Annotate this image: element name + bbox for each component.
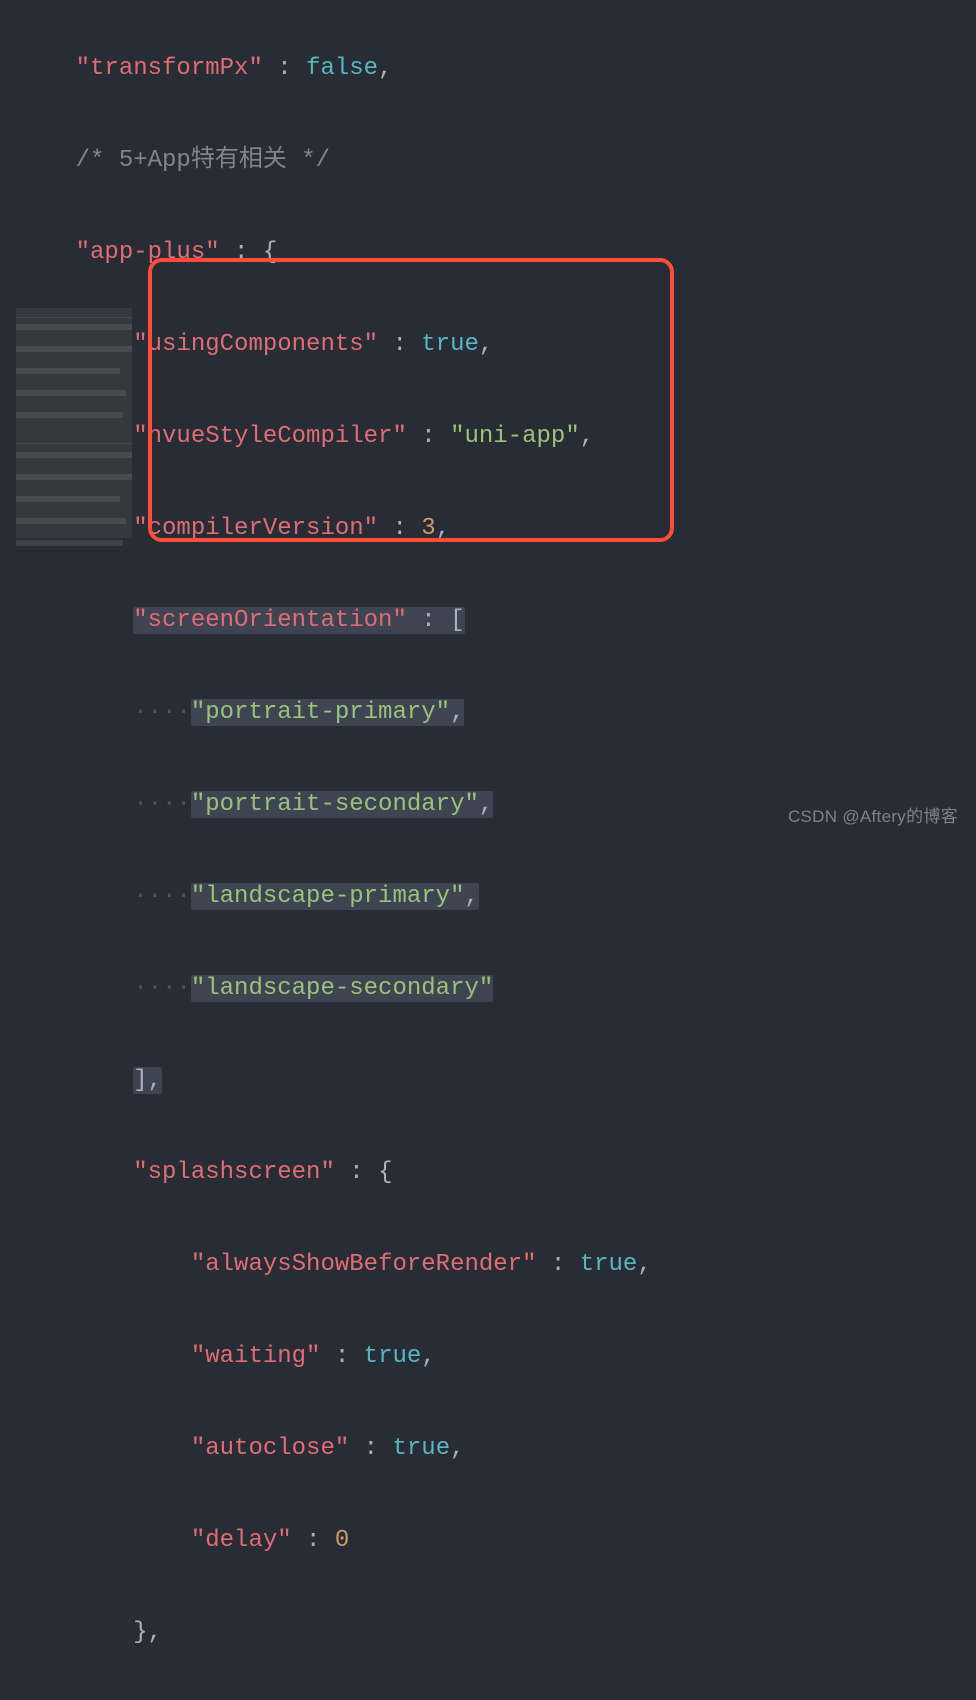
code-line[interactable]: "transformPx" : false, xyxy=(18,46,976,92)
code-line[interactable]: "delay" : 0 xyxy=(18,1518,976,1564)
code-editor[interactable]: "transformPx" : false, /* 5+App特有相关 */ "… xyxy=(0,0,976,1700)
code-block[interactable]: "transformPx" : false, /* 5+App特有相关 */ "… xyxy=(0,0,976,1700)
code-line[interactable]: ], xyxy=(18,1058,976,1104)
code-line[interactable]: ····"portrait-primary", xyxy=(18,690,976,736)
code-line[interactable]: ····"landscape-secondary" xyxy=(18,966,976,1012)
code-line[interactable]: "splashscreen" : { xyxy=(18,1150,976,1196)
code-line[interactable]: "compilerVersion" : 3, xyxy=(18,506,976,552)
code-line[interactable]: "nvueStyleCompiler" : "uni-app", xyxy=(18,414,976,460)
code-line[interactable]: "autoclose" : true, xyxy=(18,1426,976,1472)
code-line[interactable]: "usingComponents" : true, xyxy=(18,322,976,368)
code-line[interactable]: "app-plus" : { xyxy=(18,230,976,276)
code-line[interactable]: "alwaysShowBeforeRender" : true, xyxy=(18,1242,976,1288)
code-line[interactable]: ····"landscape-primary", xyxy=(18,874,976,920)
code-line[interactable]: /* 5+App特有相关 */ xyxy=(18,138,976,184)
watermark-text: CSDN @Aftery的博客 xyxy=(788,794,958,840)
code-line[interactable]: }, xyxy=(18,1610,976,1656)
code-line[interactable]: "waiting" : true, xyxy=(18,1334,976,1380)
code-line[interactable]: "screenOrientation" : [ xyxy=(18,598,976,644)
